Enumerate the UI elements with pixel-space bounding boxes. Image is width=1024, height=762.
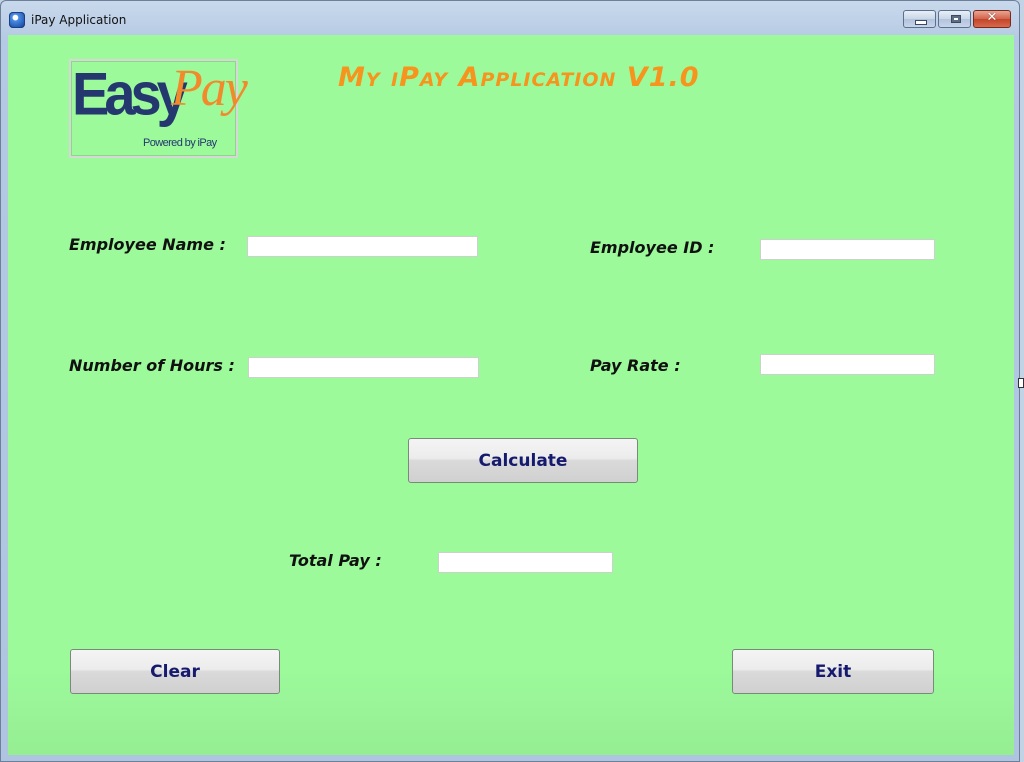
total-pay-output[interactable] — [438, 552, 613, 573]
employee-name-input[interactable] — [247, 236, 478, 257]
logo-easy-text: Easy — [72, 59, 188, 128]
app-globe-icon — [9, 12, 25, 28]
employee-name-label: Employee Name : — [69, 235, 226, 254]
employee-id-input[interactable] — [760, 239, 935, 260]
maximize-icon — [951, 15, 961, 23]
minimize-button[interactable] — [903, 10, 936, 28]
maximize-button[interactable] — [938, 10, 971, 28]
exit-button[interactable]: Exit — [732, 649, 934, 694]
clear-button[interactable]: Clear — [70, 649, 280, 694]
caption-buttons: ✕ — [903, 10, 1011, 28]
window-title: iPay Application — [31, 13, 127, 27]
pay-rate-label: Pay Rate : — [590, 356, 681, 375]
close-icon: ✕ — [986, 10, 998, 25]
pay-rate-input[interactable] — [760, 354, 935, 375]
app-window: iPay Application ✕ Easy Pay Powered by i… — [0, 0, 1020, 762]
total-pay-label: Total Pay : — [289, 551, 382, 570]
easypay-logo: Easy Pay Powered by iPay — [69, 59, 248, 158]
close-button[interactable]: ✕ — [973, 10, 1011, 28]
employee-id-label: Employee ID : — [590, 238, 715, 257]
page-title: My iPay Application V1.0 — [338, 62, 700, 93]
calculate-button[interactable]: Calculate — [408, 438, 638, 483]
logo-pay-text: Pay — [171, 60, 248, 117]
minimize-icon — [915, 20, 927, 25]
window-resize-handle[interactable] — [1018, 378, 1024, 388]
title-bar[interactable]: iPay Application ✕ — [1, 1, 1019, 35]
number-of-hours-label: Number of Hours : — [69, 356, 235, 375]
logo-tagline: Powered by iPay — [143, 137, 217, 149]
number-of-hours-input[interactable] — [248, 357, 479, 378]
form-client-area: Easy Pay Powered by iPay My iPay Applica… — [8, 35, 1014, 755]
